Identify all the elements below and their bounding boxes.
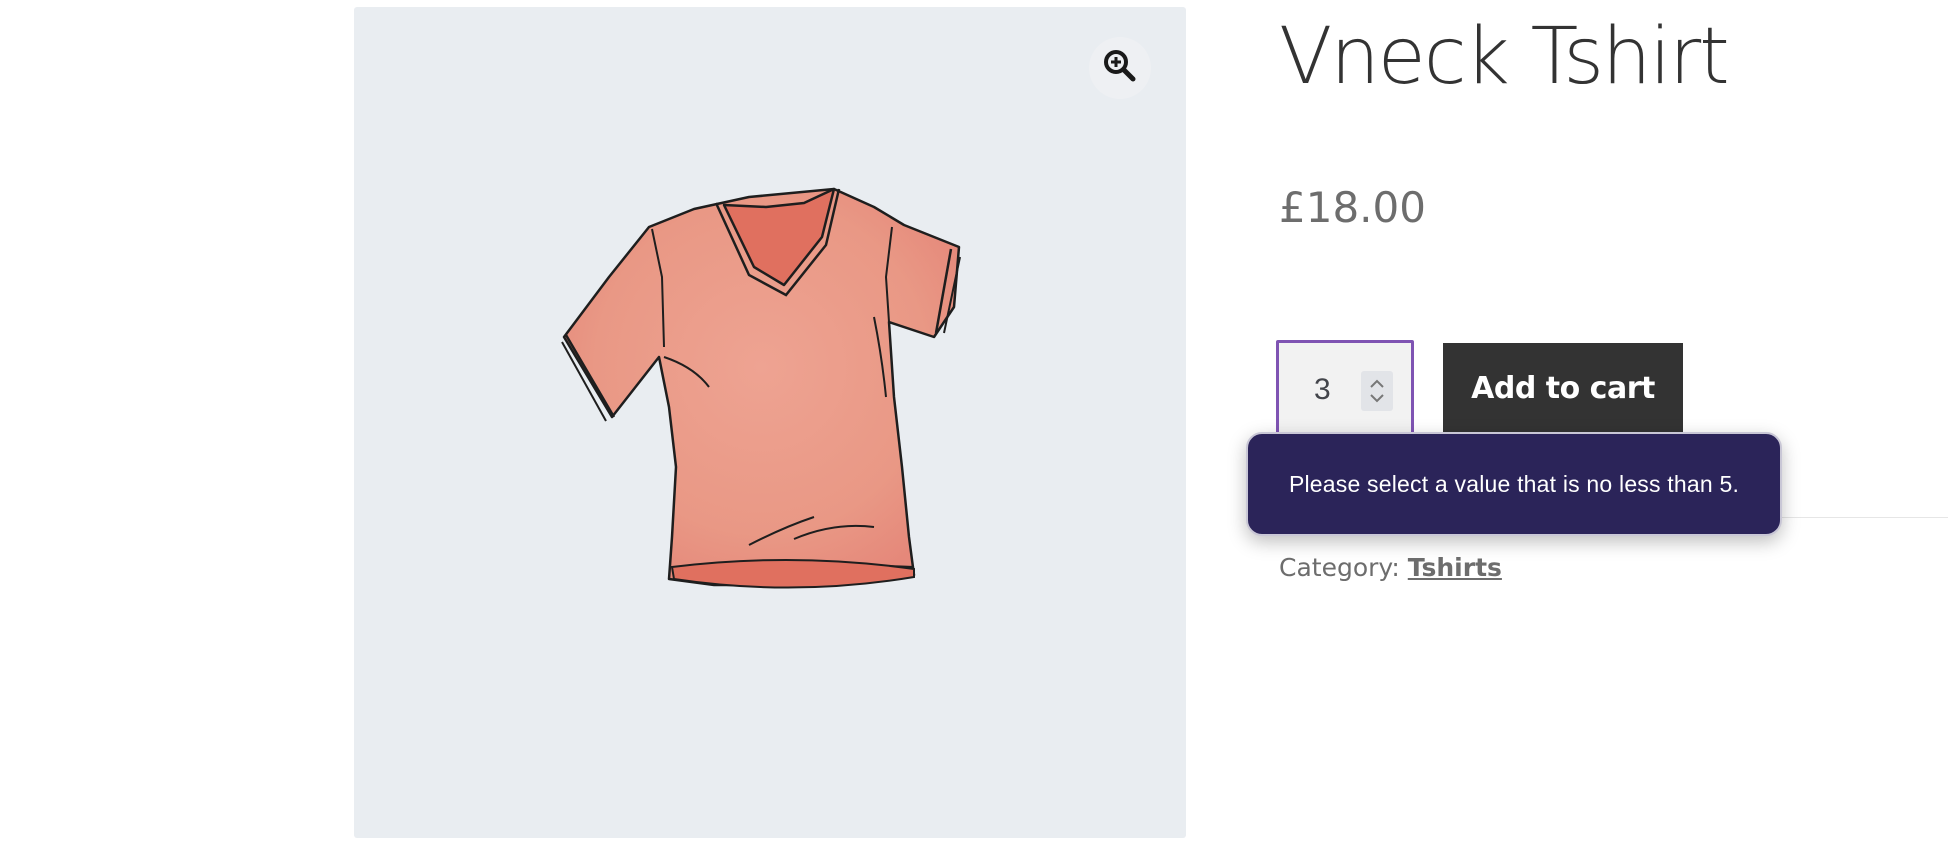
quantity-value: 3 [1314,373,1331,406]
category-link[interactable]: Tshirts [1408,553,1502,582]
add-to-cart-button[interactable]: Add to cart [1443,343,1683,433]
validation-message: Please select a value that is no less th… [1288,470,1740,497]
zoom-in-icon [1103,49,1137,88]
quantity-stepper[interactable]: 3 [1276,340,1414,436]
validation-tooltip: Please select a value that is no less th… [1246,432,1782,536]
gallery-zoom-trigger[interactable] [1089,37,1151,99]
chevron-up-down-icon[interactable] [1361,371,1393,411]
product-title: Vneck Tshirt [1279,12,1730,102]
product-summary: Vneck Tshirt £18.00 3 Add to cart Catego… [1276,0,1948,850]
product-gallery [354,7,1186,838]
product-image[interactable] [504,167,1024,687]
category-label: Category: [1279,553,1400,582]
product-price: £18.00 [1279,183,1426,232]
product-meta: Category: Tshirts [1279,553,1502,582]
